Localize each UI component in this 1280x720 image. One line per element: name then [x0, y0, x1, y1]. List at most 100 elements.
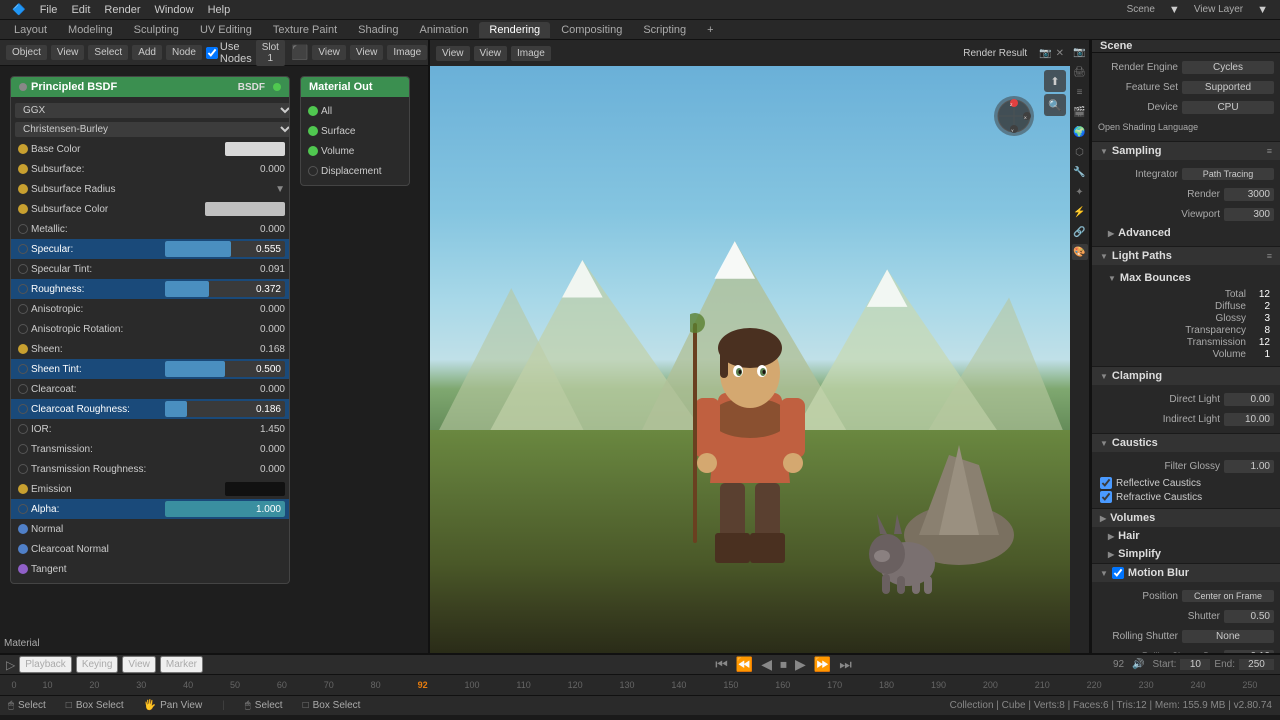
render-samples-input[interactable] — [1224, 188, 1274, 201]
props-icon-scene[interactable]: 🎬 — [1072, 104, 1088, 120]
clearcoat-rough-bar[interactable]: 0.186 — [165, 401, 285, 417]
props-icon-output[interactable]: 🖨 — [1072, 64, 1088, 80]
direct-light-input[interactable] — [1224, 393, 1274, 406]
viewport-view3-btn[interactable]: View — [474, 46, 508, 61]
socket-all[interactable] — [308, 106, 318, 116]
motion-blur-checkbox[interactable] — [1112, 567, 1124, 579]
node-btn[interactable]: Node — [166, 45, 202, 60]
stop-icon[interactable]: ⏹ — [780, 656, 787, 673]
render-close-icon[interactable]: ✕ — [1056, 48, 1064, 59]
marker-btn[interactable]: Marker — [160, 656, 203, 673]
refractive-caustics-checkbox[interactable] — [1100, 491, 1112, 503]
sampling-header[interactable]: ▼ Sampling ≡ — [1092, 142, 1280, 160]
roughness-bar[interactable]: 0.372 — [165, 281, 285, 297]
socket-volume[interactable] — [308, 146, 318, 156]
socket-anisotropic[interactable] — [18, 304, 28, 314]
menu-window[interactable]: Window — [148, 2, 199, 18]
hair-header[interactable]: ▶ Hair — [1098, 527, 1274, 545]
props-icon-world[interactable]: 🌍 — [1072, 124, 1088, 140]
specular-bar[interactable]: 0.555 — [165, 241, 285, 257]
props-icon-particles[interactable]: ✦ — [1072, 184, 1088, 200]
sampling-settings-icon[interactable]: ≡ — [1267, 146, 1272, 156]
socket-ior[interactable] — [18, 424, 28, 434]
view-btn[interactable]: View — [51, 45, 85, 60]
menu-help[interactable]: Help — [202, 2, 237, 18]
view3-btn[interactable]: View — [350, 45, 384, 60]
tab-animation[interactable]: Animation — [410, 22, 479, 38]
props-icon-object[interactable]: ⬡ — [1072, 144, 1088, 160]
start-frame-input[interactable] — [1180, 659, 1210, 670]
socket-specular[interactable] — [18, 244, 28, 254]
menu-blender[interactable]: 🔷 — [6, 1, 32, 18]
socket-subsurface-radius[interactable] — [18, 184, 28, 194]
play-icon[interactable]: ▶ — [795, 656, 806, 673]
motion-blur-header[interactable]: ▼ Motion Blur — [1092, 564, 1280, 582]
keying-btn[interactable]: Keying — [76, 656, 119, 673]
timeline-scrub-area[interactable]: 0 10 20 30 40 50 60 70 80 92 100 110 120 — [0, 675, 1280, 695]
viewport-view-btn[interactable]: View — [436, 46, 470, 61]
rolling-shutter-dur-input[interactable] — [1224, 650, 1274, 654]
bsdf-distribution[interactable]: GGX — [15, 103, 290, 118]
socket-emission[interactable] — [18, 484, 28, 494]
props-icon-render[interactable]: 📷 — [1072, 44, 1088, 60]
props-icon-physics[interactable]: ⚡ — [1072, 204, 1088, 220]
jump-start-icon[interactable]: ⏮ — [715, 656, 728, 673]
clamping-header[interactable]: ▼ Clamping — [1092, 367, 1280, 385]
view2-btn[interactable]: View — [312, 45, 346, 60]
subsurface-radius-dropdown-icon[interactable]: ▼ — [275, 184, 285, 195]
menu-edit[interactable]: Edit — [65, 2, 96, 18]
feature-set-value[interactable]: Supported — [1182, 81, 1274, 94]
jump-end-icon[interactable]: ⏭ — [839, 656, 852, 673]
base-color-swatch[interactable] — [225, 142, 285, 156]
tab-compositing[interactable]: Compositing — [551, 22, 632, 38]
tab-rendering[interactable]: Rendering — [479, 22, 550, 38]
tab-shading[interactable]: Shading — [348, 22, 408, 38]
integrator-value[interactable]: Path Tracing — [1182, 168, 1274, 180]
tab-sculpting[interactable]: Sculpting — [124, 22, 189, 38]
socket-clearcoat-normal[interactable] — [18, 544, 28, 554]
image-btn[interactable]: Image — [387, 45, 427, 60]
viewport-image-btn[interactable]: Image — [511, 46, 551, 61]
bsdf-subsurface-method[interactable]: Christensen-Burley — [15, 122, 290, 137]
render-icon[interactable]: ⬛ — [291, 44, 308, 61]
viewport-camera-icon[interactable]: ⬆ — [1044, 70, 1066, 92]
shutter-input[interactable] — [1224, 610, 1274, 623]
socket-subsurface-color[interactable] — [18, 204, 28, 214]
menu-render[interactable]: Render — [98, 2, 146, 18]
view-layer-selector[interactable]: ▼ — [1251, 2, 1274, 18]
object-selector[interactable]: Object — [6, 45, 47, 60]
position-value[interactable]: Center on Frame — [1182, 590, 1274, 602]
socket-base-color[interactable] — [18, 144, 28, 154]
tab-texture-paint[interactable]: Texture Paint — [263, 22, 347, 38]
menu-file[interactable]: File — [34, 2, 64, 18]
viewport-zoom-icon[interactable]: 🔍 — [1044, 94, 1066, 116]
reflective-caustics-checkbox[interactable] — [1100, 477, 1112, 489]
audio-icon[interactable]: 🔊 — [1132, 659, 1144, 670]
socket-subsurface[interactable] — [18, 164, 28, 174]
step-forward-icon[interactable]: ⏩ — [814, 656, 831, 673]
filter-glossy-input[interactable] — [1224, 460, 1274, 473]
socket-alpha[interactable] — [18, 504, 28, 514]
props-icon-material[interactable]: 🎨 — [1072, 244, 1088, 260]
props-icon-modifier[interactable]: 🔧 — [1072, 164, 1088, 180]
advanced-header[interactable]: ▶ Advanced — [1098, 224, 1274, 242]
step-back-icon[interactable]: ⏪ — [736, 656, 753, 673]
scene-selector[interactable]: ▼ — [1163, 2, 1186, 18]
viewport-samples-input[interactable] — [1224, 208, 1274, 221]
tab-modeling[interactable]: Modeling — [58, 22, 123, 38]
props-icon-view-layer[interactable]: ≡ — [1072, 84, 1088, 100]
socket-transmission[interactable] — [18, 444, 28, 454]
viewport-panel[interactable]: View View Image Render Result 📷 ✕ — [430, 40, 1070, 653]
emission-swatch[interactable] — [225, 482, 285, 496]
socket-sheen[interactable] — [18, 344, 28, 354]
sheen-tint-bar[interactable]: 0.500 — [165, 361, 285, 377]
socket-specular-tint[interactable] — [18, 264, 28, 274]
timeline-collapse-icon[interactable]: ▷ — [6, 658, 15, 672]
indirect-light-input[interactable] — [1224, 413, 1274, 426]
tab-add[interactable]: + — [697, 22, 723, 38]
render-engine-value[interactable]: Cycles — [1182, 61, 1274, 74]
light-paths-header[interactable]: ▼ Light Paths ≡ — [1092, 247, 1280, 265]
socket-anisotropic-rot[interactable] — [18, 324, 28, 334]
rolling-shutter-value[interactable]: None — [1182, 630, 1274, 643]
bsdf-output-socket[interactable] — [273, 83, 281, 91]
